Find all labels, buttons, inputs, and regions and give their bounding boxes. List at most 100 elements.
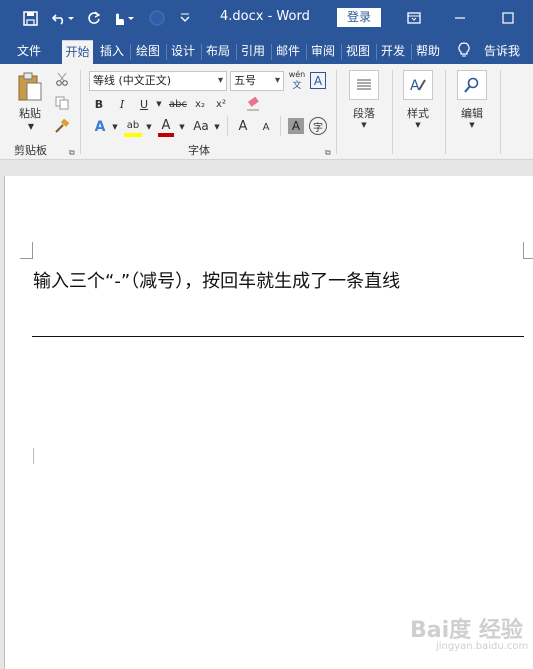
tab-separator bbox=[201, 44, 202, 60]
text-effects-dropdown-icon[interactable]: ▼ bbox=[110, 121, 120, 133]
tab-separator bbox=[341, 44, 342, 60]
tab-separator bbox=[271, 44, 272, 60]
login-button[interactable]: 登录 bbox=[337, 8, 381, 27]
paste-dropdown-icon[interactable]: ▼ bbox=[25, 121, 37, 131]
shrink-font-button[interactable]: A bbox=[259, 119, 273, 135]
highlight-dropdown-icon[interactable]: ▼ bbox=[144, 121, 154, 133]
paragraph-icon bbox=[349, 70, 379, 100]
tab-separator bbox=[130, 44, 131, 60]
tab-home[interactable]: 开始 bbox=[62, 40, 93, 64]
italic-button[interactable]: I bbox=[115, 96, 129, 112]
subscript-button[interactable]: x₂ bbox=[192, 96, 208, 112]
paragraph-dropdown-icon: ▼ bbox=[361, 121, 367, 129]
change-case-dropdown-icon[interactable]: ▼ bbox=[212, 121, 222, 133]
character-border-icon[interactable]: A bbox=[310, 72, 326, 89]
chevron-down-icon: ▾ bbox=[274, 75, 280, 86]
ribbon-display-options-icon[interactable] bbox=[404, 8, 424, 28]
tab-file[interactable]: 文件 bbox=[8, 40, 50, 64]
font-name-select[interactable]: 等线 (中文正文) ▾ bbox=[89, 71, 227, 91]
font-size-select[interactable]: 五号 ▾ bbox=[230, 71, 284, 91]
tab-design[interactable]: 设计 bbox=[168, 40, 198, 64]
phonetic-guide-icon[interactable]: 文 bbox=[288, 79, 306, 91]
group-separator bbox=[445, 70, 446, 154]
ruler-area bbox=[0, 160, 533, 176]
tab-draw[interactable]: 绘图 bbox=[133, 40, 163, 64]
watermark-url: jingyan.baidu.com bbox=[436, 641, 529, 652]
ribbon-tab-bar: 文件 开始 插入 绘图 设计 布局 引用 邮件 审阅 视图 开发 帮助 告诉我 bbox=[0, 36, 533, 64]
bold-button[interactable]: B bbox=[92, 96, 106, 112]
save-icon[interactable] bbox=[20, 8, 40, 28]
enclose-characters-button[interactable]: 字 bbox=[309, 117, 327, 135]
font-group-label: 字体 bbox=[188, 144, 210, 157]
tab-layout[interactable]: 布局 bbox=[203, 40, 233, 64]
change-case-button[interactable]: Aa bbox=[191, 118, 211, 134]
tab-references[interactable]: 引用 bbox=[238, 40, 268, 64]
chevron-down-icon: ▾ bbox=[217, 75, 223, 86]
crop-mark-top-right bbox=[523, 242, 533, 259]
format-painter-icon[interactable] bbox=[53, 117, 71, 135]
group-separator bbox=[500, 70, 501, 154]
group-separator bbox=[80, 70, 81, 154]
font-size-value: 五号 bbox=[234, 74, 256, 87]
inline-separator bbox=[280, 116, 281, 136]
group-separator bbox=[336, 70, 337, 154]
tab-review[interactable]: 审阅 bbox=[308, 40, 338, 64]
svg-text:A: A bbox=[410, 78, 420, 94]
text-effects-button[interactable]: A bbox=[92, 118, 108, 136]
grow-font-button[interactable]: A bbox=[235, 117, 251, 135]
strikethrough-button[interactable]: abc bbox=[168, 96, 188, 112]
crop-mark-top-left bbox=[20, 242, 33, 259]
tab-insert[interactable]: 插入 bbox=[97, 40, 127, 64]
character-shading-button[interactable]: A bbox=[288, 118, 304, 134]
clear-formatting-icon[interactable] bbox=[244, 95, 262, 113]
font-color-bar bbox=[158, 133, 174, 137]
styles-label: 样式 bbox=[407, 107, 429, 120]
paragraph-button[interactable]: 段落 ▼ bbox=[346, 70, 382, 129]
minimize-icon[interactable] bbox=[450, 8, 470, 28]
tab-mailings[interactable]: 邮件 bbox=[273, 40, 303, 64]
cut-icon[interactable] bbox=[53, 70, 71, 88]
tab-separator bbox=[236, 44, 237, 60]
search-icon bbox=[457, 70, 487, 100]
paragraph-label: 段落 bbox=[353, 107, 375, 120]
editing-button[interactable]: 编辑 ▼ bbox=[454, 70, 490, 129]
document-paragraph[interactable]: 输入三个“-”（减号），按回车就生成了一条直线 bbox=[33, 267, 400, 293]
circle-placeholder-icon[interactable] bbox=[148, 8, 166, 28]
font-color-dropdown-icon[interactable]: ▼ bbox=[177, 121, 187, 133]
ribbon-home: 粘贴 ▼ 剪贴板 ⧉ 等线 (中文正文) ▾ 五号 ▾ wén 文 A B I … bbox=[0, 64, 533, 160]
tab-help[interactable]: 帮助 bbox=[413, 40, 443, 64]
touch-mode-icon[interactable] bbox=[110, 8, 136, 28]
tab-view[interactable]: 视图 bbox=[343, 40, 373, 64]
underline-button[interactable]: U bbox=[137, 96, 151, 112]
tab-developer[interactable]: 开发 bbox=[378, 40, 408, 64]
watermark-logo: Bai度 经验 bbox=[410, 618, 523, 643]
font-launcher-icon[interactable]: ⧉ bbox=[325, 148, 331, 158]
highlight-color-bar bbox=[124, 133, 142, 137]
customize-quick-access-icon[interactable] bbox=[178, 8, 192, 28]
document-page[interactable] bbox=[4, 176, 533, 669]
editing-dropdown-icon: ▼ bbox=[469, 121, 475, 129]
group-separator bbox=[392, 70, 393, 154]
clipboard-group-label: 剪贴板 bbox=[14, 144, 47, 157]
tab-separator bbox=[306, 44, 307, 60]
inline-separator bbox=[227, 116, 228, 136]
document-title: 4.docx - Word bbox=[220, 9, 310, 24]
clipboard-launcher-icon[interactable]: ⧉ bbox=[69, 148, 75, 158]
maximize-icon[interactable] bbox=[498, 8, 518, 28]
paste-icon[interactable] bbox=[15, 70, 45, 104]
styles-button[interactable]: A 样式 ▼ bbox=[400, 70, 436, 129]
undo-icon[interactable] bbox=[50, 8, 76, 28]
tab-separator bbox=[166, 44, 167, 60]
tab-separator bbox=[376, 44, 377, 60]
lightbulb-icon[interactable] bbox=[455, 40, 473, 60]
styles-dropdown-icon: ▼ bbox=[415, 121, 421, 129]
tell-me-search[interactable]: 告诉我 bbox=[480, 40, 524, 64]
superscript-button[interactable]: x² bbox=[213, 96, 229, 112]
highlight-button[interactable]: ab bbox=[124, 117, 142, 133]
copy-icon[interactable] bbox=[53, 94, 71, 112]
underline-dropdown-icon[interactable]: ▼ bbox=[154, 97, 164, 111]
paste-label[interactable]: 粘贴 bbox=[14, 106, 46, 120]
title-bar: 4.docx - Word 登录 bbox=[0, 0, 533, 36]
font-color-button[interactable]: A bbox=[158, 117, 174, 133]
redo-icon[interactable] bbox=[86, 8, 102, 28]
